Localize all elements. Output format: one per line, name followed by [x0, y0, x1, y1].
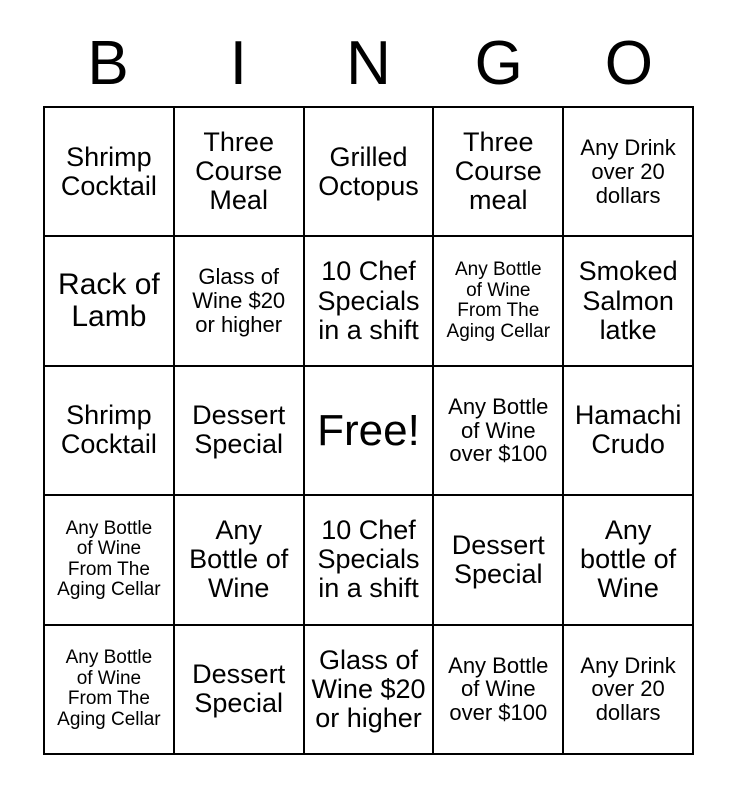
- bingo-header-letter-o: O: [604, 29, 654, 98]
- bingo-cell-b4[interactable]: Any Bottle of Wine From The Aging Cellar: [45, 496, 175, 626]
- bingo-cell-b2[interactable]: Rack of Lamb: [45, 237, 175, 367]
- bingo-cell-i1[interactable]: Three Course Meal: [174, 108, 305, 238]
- bingo-cell-o2[interactable]: Smoked Salmon latke: [564, 237, 694, 367]
- bingo-cell-text: 10 Chef Specials in a shift: [317, 256, 420, 345]
- bingo-cell-text: Dessert Special: [192, 659, 286, 719]
- bingo-cell-text: Shrimp Cocktail: [60, 400, 157, 460]
- bingo-cell-text: Glass of Wine $20 or higher: [192, 264, 286, 337]
- bingo-cell-n2[interactable]: 10 Chef Specials in a shift: [304, 237, 435, 367]
- bingo-cell-text: Any Bottle of Wine: [189, 515, 289, 604]
- bingo-cell-text: 10 Chef Specials in a shift: [317, 515, 420, 604]
- bingo-cell-text: Any Drink over 20 dollars: [580, 135, 676, 208]
- bingo-cell-i5[interactable]: Dessert Special: [174, 625, 305, 755]
- bingo-cell-o5[interactable]: Any Drink over 20 dollars: [564, 625, 694, 755]
- bingo-cell-i4[interactable]: Any Bottle of Wine: [174, 496, 305, 626]
- bingo-cell-o1[interactable]: Any Drink over 20 dollars: [564, 108, 694, 238]
- bingo-cell-g4[interactable]: Dessert Special: [434, 496, 565, 626]
- bingo-cell-i3[interactable]: Dessert Special: [174, 366, 305, 497]
- bingo-free-space-label: Free!: [317, 405, 420, 455]
- bingo-cell-text: Any Bottle of Wine From The Aging Cellar: [57, 517, 161, 601]
- bingo-cell-text: Hamachi Crudo: [574, 400, 682, 460]
- bingo-cell-text: Glass of Wine $20 or higher: [311, 644, 426, 733]
- bingo-cell-o3[interactable]: Hamachi Crudo: [564, 366, 694, 497]
- bingo-card: B I N G O Shrimp Cocktail Three Course M…: [0, 0, 736, 800]
- bingo-cell-text: Dessert Special: [451, 529, 545, 589]
- bingo-cell-text: Three Course meal: [454, 126, 542, 216]
- bingo-cell-n4[interactable]: 10 Chef Specials in a shift: [304, 496, 435, 626]
- bingo-cell-text: Any Bottle of Wine From The Aging Cellar: [57, 647, 161, 730]
- bingo-header-letter-i: I: [229, 29, 247, 98]
- bingo-cell-i2[interactable]: Glass of Wine $20 or higher: [174, 237, 305, 367]
- bingo-cell-b3[interactable]: Shrimp Cocktail: [45, 366, 175, 497]
- bingo-cell-n5[interactable]: Glass of Wine $20 or higher: [304, 625, 435, 755]
- bingo-cell-text: Three Course Meal: [195, 126, 283, 216]
- bingo-cell-g5[interactable]: Any Bottle of Wine over $100: [434, 625, 565, 755]
- bingo-cell-text: Any bottle of Wine: [580, 515, 677, 604]
- bingo-cell-text: Smoked Salmon latke: [578, 256, 678, 345]
- bingo-cell-text: Shrimp Cocktail: [60, 141, 157, 201]
- bingo-cell-g1[interactable]: Three Course meal: [434, 108, 565, 238]
- bingo-cell-text: Any Bottle of Wine over $100: [448, 393, 549, 467]
- bingo-cell-o4[interactable]: Any bottle of Wine: [564, 496, 694, 626]
- bingo-cell-n1[interactable]: Grilled Octopus: [304, 108, 435, 238]
- bingo-cell-b1[interactable]: Shrimp Cocktail: [45, 108, 175, 238]
- bingo-cell-text: Grilled Octopus: [318, 141, 419, 201]
- bingo-header-letter-n: N: [346, 29, 391, 98]
- bingo-cell-g3[interactable]: Any Bottle of Wine over $100: [434, 366, 565, 497]
- bingo-cell-g2[interactable]: Any Bottle of Wine From The Aging Cellar: [434, 237, 565, 367]
- bingo-cell-text: Any Bottle of Wine From The Aging Cellar: [446, 259, 551, 342]
- bingo-cell-text: Dessert Special: [192, 400, 286, 460]
- bingo-cell-b5[interactable]: Any Bottle of Wine From The Aging Cellar: [45, 625, 175, 755]
- bingo-header-letter-b: B: [87, 29, 129, 98]
- bingo-cell-text: Any Drink over 20 dollars: [580, 652, 676, 726]
- bingo-cell-free-space[interactable]: Free!: [304, 366, 435, 497]
- bingo-grid: Shrimp Cocktail Three Course Meal Grille…: [43, 106, 694, 755]
- bingo-header-row: B I N G O: [43, 22, 694, 106]
- bingo-header-letter-g: G: [474, 29, 523, 98]
- bingo-cell-text: Any Bottle of Wine over $100: [448, 652, 549, 726]
- bingo-cell-text: Rack of Lamb: [58, 267, 160, 334]
